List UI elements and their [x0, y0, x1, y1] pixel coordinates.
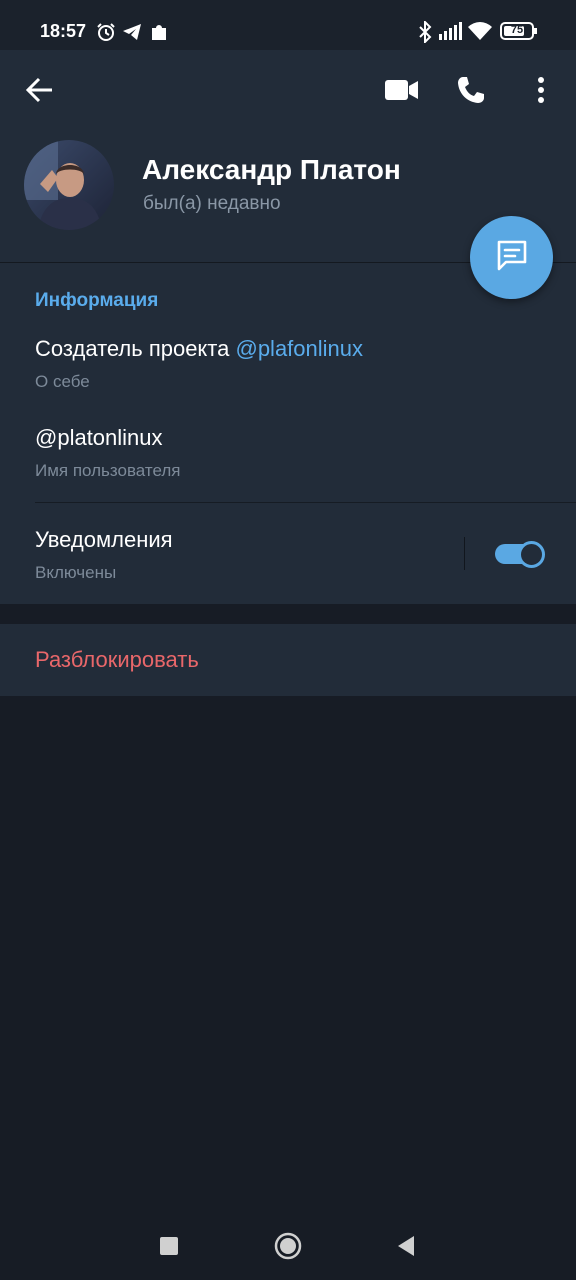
video-call-icon	[385, 80, 419, 106]
username-caption: Имя пользователя	[35, 461, 181, 480]
puzzle-icon	[150, 22, 168, 47]
bluetooth-icon	[418, 19, 432, 48]
avatar[interactable]	[24, 140, 114, 230]
notifications-label[interactable]: Уведомления	[35, 527, 173, 553]
more-vert-icon	[536, 77, 546, 108]
notifications-toggle[interactable]	[495, 541, 545, 568]
notifications-state: Включены	[35, 563, 117, 582]
wifi-icon	[468, 21, 492, 46]
send-message-button[interactable]	[470, 216, 553, 299]
clock: 18:57	[40, 21, 87, 41]
video-call-button[interactable]	[385, 78, 419, 107]
phone-call-button[interactable]	[456, 75, 486, 110]
bio-text[interactable]: Создатель проекта @plafonlinux	[35, 336, 363, 362]
unblock-row[interactable]: Разблокировать	[0, 624, 576, 696]
alarm-icon	[96, 22, 116, 47]
signal-icon	[438, 22, 462, 45]
toggle-separator	[464, 537, 465, 570]
phone-icon	[456, 77, 486, 109]
home-button[interactable]	[274, 1232, 302, 1265]
battery-icon: 75	[500, 22, 538, 45]
profile-name: Александр Платон	[142, 154, 401, 185]
arrow-left-icon	[25, 77, 54, 108]
back-button[interactable]	[25, 76, 54, 109]
back-nav-button[interactable]	[396, 1235, 416, 1262]
bio-link[interactable]: @plafonlinux	[235, 336, 363, 361]
telegram-icon	[122, 23, 142, 46]
bio-prefix: Создатель проекта	[35, 336, 236, 361]
toggle-knob	[518, 541, 545, 568]
status-bar: 18:57 75	[0, 0, 576, 50]
username-value[interactable]: @platonlinux	[35, 425, 163, 451]
bio-caption: О себе	[35, 372, 90, 391]
recents-button[interactable]	[160, 1237, 178, 1260]
battery-level: 75	[510, 24, 524, 36]
unblock-button[interactable]: Разблокировать	[35, 647, 199, 673]
more-options-button[interactable]	[536, 76, 546, 109]
message-icon	[494, 237, 530, 278]
section-title-info: Информация	[35, 290, 159, 311]
system-nav-bar	[0, 1210, 576, 1280]
divider	[35, 502, 576, 503]
last-seen-status: был(а) недавно	[143, 193, 281, 214]
